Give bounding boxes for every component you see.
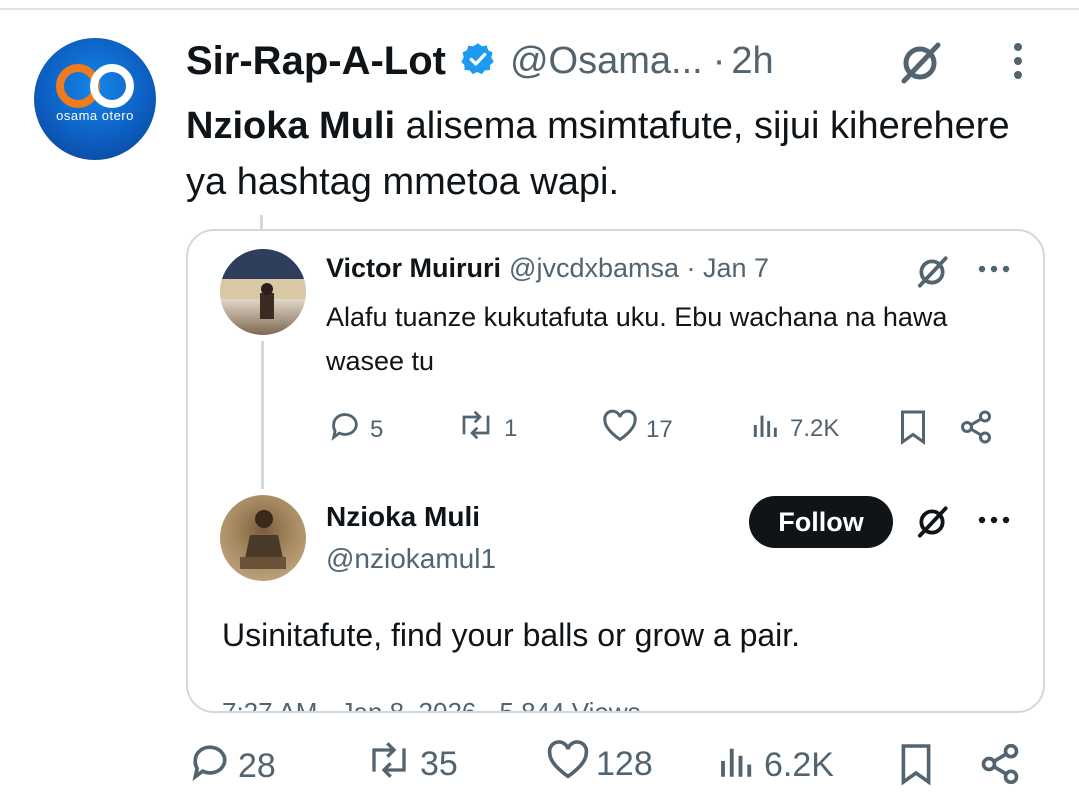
top-divider bbox=[0, 8, 1079, 10]
avatar-brand-text: osama otero bbox=[56, 108, 134, 123]
grok-icon[interactable] bbox=[913, 253, 951, 296]
quoted-reply-name[interactable]: Nzioka Muli bbox=[326, 501, 480, 533]
quoted-parent-text: Alafu tuanze kukutafuta uku. Ebu wachana… bbox=[326, 302, 948, 376]
repost-count: 35 bbox=[420, 745, 458, 783]
like-action[interactable]: 128 bbox=[546, 740, 653, 789]
follow-button[interactable]: Follow bbox=[749, 496, 893, 548]
repost-count: 1 bbox=[504, 414, 518, 442]
repost-action[interactable]: 35 bbox=[364, 740, 458, 789]
more-options-icon[interactable] bbox=[977, 261, 1011, 279]
like-count: 128 bbox=[596, 745, 653, 783]
quoted-parent-name[interactable]: Victor Muiruri bbox=[326, 253, 501, 283]
views-icon bbox=[716, 740, 758, 791]
brand-logo-icon bbox=[56, 64, 134, 108]
like-count: 17 bbox=[646, 415, 673, 443]
views-action[interactable]: 6.2K bbox=[716, 740, 834, 791]
quoted-reply-avatar[interactable] bbox=[220, 495, 306, 581]
tweet-actions: 28 35 128 6.2K bbox=[186, 740, 1046, 790]
quoted-reply-handle[interactable]: @nziokamul1 bbox=[326, 543, 496, 575]
quoted-parent-avatar[interactable] bbox=[220, 249, 306, 335]
quoted-parent-actions: 5 1 17 7.2K bbox=[326, 409, 1026, 449]
views-action[interactable]: 7.2K bbox=[750, 409, 839, 448]
thread-line bbox=[261, 341, 264, 489]
reply-action[interactable]: 28 bbox=[188, 740, 276, 793]
header-separator: · bbox=[712, 39, 726, 82]
reply-action[interactable]: 5 bbox=[328, 409, 383, 450]
like-icon bbox=[602, 409, 638, 450]
bookmark-icon[interactable] bbox=[898, 742, 934, 786]
quoted-reply-text: Usinitafute, find your balls or grow a p… bbox=[222, 617, 801, 653]
like-icon bbox=[546, 740, 590, 789]
share-icon[interactable] bbox=[958, 409, 994, 445]
verified-badge-icon bbox=[460, 41, 496, 82]
repost-action[interactable]: 1 bbox=[456, 409, 517, 448]
more-options-icon[interactable] bbox=[977, 512, 1011, 530]
quoted-parent-meta: @jvcdxbamsa · Jan 7 bbox=[509, 253, 770, 283]
reply-icon bbox=[328, 409, 362, 450]
mention-link[interactable]: Nzioka Muli bbox=[186, 105, 395, 147]
repost-icon bbox=[364, 740, 414, 789]
quoted-reply-meta: 7:27 AM · Jan 8, 2026 · 5,844 Views bbox=[222, 697, 641, 713]
views-count: 7.2K bbox=[790, 414, 840, 442]
share-icon[interactable] bbox=[978, 742, 1022, 786]
like-action[interactable]: 17 bbox=[602, 409, 673, 450]
author-name[interactable]: Sir-Rap-A-Lot bbox=[186, 39, 446, 84]
repost-icon bbox=[456, 409, 496, 448]
views-count: 6.2K bbox=[764, 746, 834, 784]
grok-icon[interactable] bbox=[895, 38, 945, 93]
author-handle[interactable]: @Osama... bbox=[510, 40, 703, 83]
grok-icon[interactable] bbox=[913, 503, 951, 546]
reply-count: 28 bbox=[238, 747, 276, 785]
quoted-tweet-card[interactable]: Victor Muiruri @jvcdxbamsa · Jan 7 Alafu … bbox=[186, 229, 1045, 713]
more-options-icon[interactable] bbox=[1008, 42, 1028, 87]
bookmark-icon[interactable] bbox=[898, 409, 928, 445]
reply-icon bbox=[188, 740, 232, 793]
tweet-header: Sir-Rap-A-Lot @Osama... · 2h bbox=[186, 36, 774, 86]
views-icon bbox=[750, 409, 782, 448]
tweet-text: Nzioka Muli alisema msimtafute, sijui ki… bbox=[186, 98, 1046, 210]
quoted-parent-header: Victor Muiruri @jvcdxbamsa · Jan 7 bbox=[326, 253, 769, 284]
tweet-time[interactable]: 2h bbox=[731, 40, 773, 83]
author-avatar[interactable]: osama otero bbox=[34, 38, 156, 160]
reply-count: 5 bbox=[370, 415, 384, 443]
